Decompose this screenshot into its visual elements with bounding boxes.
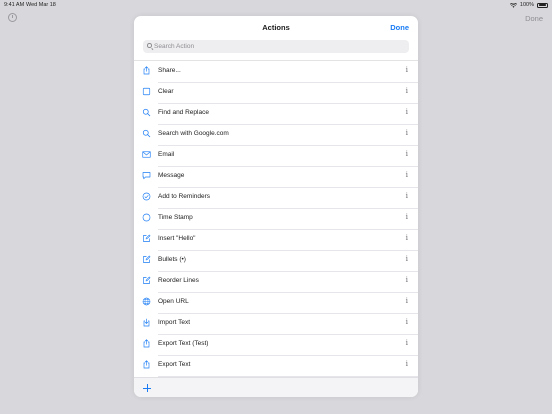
compose-icon bbox=[142, 255, 151, 264]
info-icon[interactable]: i bbox=[406, 233, 408, 242]
info-icon[interactable]: i bbox=[406, 170, 408, 179]
search-icon bbox=[147, 43, 152, 48]
action-row[interactable]: Search with Google.com i bbox=[134, 124, 418, 145]
background-done-button: Done bbox=[525, 14, 543, 23]
compose-icon bbox=[142, 276, 151, 285]
info-icon[interactable]: i bbox=[406, 107, 408, 116]
actions-sheet: Actions Done Share...iCleariFind and Rep… bbox=[134, 16, 418, 397]
action-label: Export Text (Test) bbox=[158, 340, 209, 347]
info-icon[interactable]: i bbox=[406, 191, 408, 200]
action-row[interactable]: Email i bbox=[134, 145, 418, 166]
share-icon bbox=[142, 360, 151, 369]
background-timer-icon bbox=[8, 13, 17, 22]
action-label: Time Stamp bbox=[158, 214, 193, 221]
info-icon[interactable]: i bbox=[406, 65, 408, 74]
action-label: Bullets (•) bbox=[158, 256, 186, 263]
action-row[interactable]: Time Stamp i bbox=[134, 208, 418, 229]
action-row[interactable]: Bullets (•) i bbox=[134, 250, 418, 271]
checkmark-circle-icon bbox=[142, 192, 151, 201]
action-label: Reorder Lines bbox=[158, 277, 199, 284]
search-bar[interactable] bbox=[143, 40, 409, 53]
magnifier-icon bbox=[142, 108, 151, 117]
action-row[interactable]: Insert "Hello" i bbox=[134, 229, 418, 250]
share-icon bbox=[142, 339, 151, 348]
action-row[interactable]: Import Text i bbox=[134, 313, 418, 334]
circle-icon bbox=[142, 213, 151, 222]
action-label: Share... bbox=[158, 67, 181, 74]
action-row[interactable]: Export Text i bbox=[134, 355, 418, 376]
action-row[interactable]: Open URL i bbox=[134, 292, 418, 313]
action-label: Insert "Hello" bbox=[158, 235, 196, 242]
action-row[interactable]: Share... i bbox=[134, 61, 418, 82]
info-icon[interactable]: i bbox=[406, 212, 408, 221]
action-row[interactable]: Add to Reminders i bbox=[134, 187, 418, 208]
compose-icon bbox=[142, 234, 151, 243]
info-icon[interactable]: i bbox=[406, 254, 408, 263]
sheet-footer bbox=[134, 377, 418, 397]
action-row[interactable]: Message i bbox=[134, 166, 418, 187]
action-row[interactable]: Clear i bbox=[134, 82, 418, 103]
action-label: Clear bbox=[158, 88, 174, 95]
action-row[interactable]: Reorder Lines i bbox=[134, 271, 418, 292]
magnifier-icon bbox=[142, 129, 151, 138]
info-icon[interactable]: i bbox=[406, 86, 408, 95]
info-icon[interactable]: i bbox=[406, 275, 408, 284]
action-label: Message bbox=[158, 172, 185, 179]
speech-bubble-icon bbox=[142, 171, 151, 180]
info-icon[interactable]: i bbox=[406, 128, 408, 137]
import-icon bbox=[142, 318, 151, 327]
info-icon[interactable]: i bbox=[406, 296, 408, 305]
status-bar: 9:41 AM Wed Mar 18 100% bbox=[0, 0, 552, 9]
status-date: Wed Mar 18 bbox=[26, 2, 56, 8]
add-action-button[interactable] bbox=[142, 383, 152, 393]
action-row[interactable]: Find and Replace i bbox=[134, 103, 418, 124]
action-label: Search with Google.com bbox=[158, 130, 229, 137]
action-label: Export Text bbox=[158, 361, 191, 368]
share-icon bbox=[142, 66, 151, 75]
battery-icon bbox=[537, 2, 548, 8]
action-label: Open URL bbox=[158, 298, 189, 305]
globe-icon bbox=[142, 297, 151, 306]
actions-list: Share... i Clear i Find and Replace i Search w… bbox=[134, 60, 418, 394]
info-icon[interactable]: i bbox=[406, 149, 408, 158]
action-label: Import Text bbox=[158, 319, 191, 326]
info-icon[interactable]: i bbox=[406, 317, 408, 326]
action-label: Find and Replace bbox=[158, 109, 209, 116]
status-right: 100% bbox=[509, 2, 548, 8]
action-label: Email bbox=[158, 151, 175, 158]
search-input[interactable] bbox=[154, 40, 404, 53]
action-row[interactable]: Export Text (Test) i bbox=[134, 334, 418, 355]
battery-percent: 100% bbox=[519, 2, 534, 8]
action-label: Add to Reminders bbox=[158, 193, 211, 200]
sheet-title: Actions bbox=[262, 23, 290, 32]
square-icon bbox=[142, 87, 151, 96]
done-button[interactable]: Done bbox=[390, 23, 409, 32]
sheet-header: Actions Done bbox=[134, 16, 418, 40]
envelope-icon bbox=[142, 150, 151, 159]
status-time: 9:41 AM bbox=[4, 2, 25, 8]
wifi-icon bbox=[509, 2, 517, 8]
info-icon[interactable]: i bbox=[406, 359, 408, 368]
info-icon[interactable]: i bbox=[406, 338, 408, 347]
